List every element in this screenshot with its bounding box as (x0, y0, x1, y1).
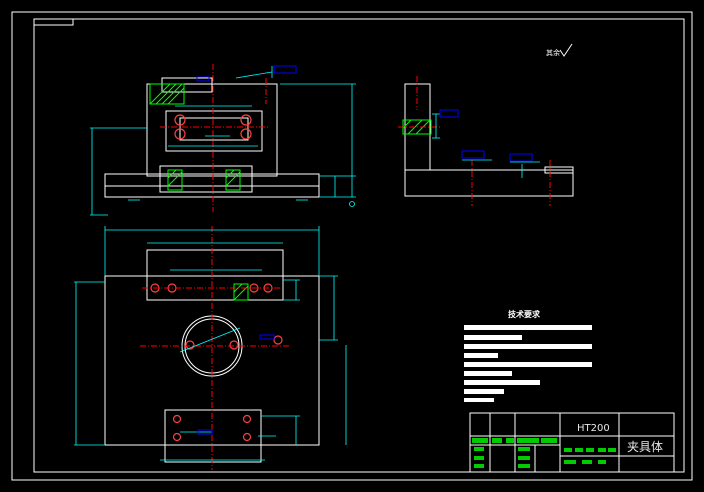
roughness-note: 其余 (546, 49, 560, 57)
top-view-tolerance-boxes (197, 334, 275, 435)
top-view (74, 226, 347, 470)
top-view-hatch (233, 283, 249, 301)
side-view (398, 76, 574, 206)
side-view-centerlines (398, 76, 551, 206)
title-block-field-labels (472, 438, 616, 468)
title-block-material: HT200 (577, 423, 610, 434)
top-view-centerlines (140, 226, 290, 470)
technical-requirements-lines (464, 325, 592, 402)
side-view-tolerance-boxes (439, 109, 533, 162)
title-block-part-name: 夹具体 (627, 440, 664, 454)
technical-requirements-title: 技术要求 (508, 310, 540, 319)
side-view-dimensions (432, 113, 540, 178)
roughness-symbol (559, 43, 573, 57)
cad-drawing-canvas (11, 11, 693, 481)
drawing-border (11, 11, 693, 481)
top-view-holes (150, 283, 283, 442)
top-view-dimensions (74, 226, 347, 461)
front-view (90, 64, 356, 216)
